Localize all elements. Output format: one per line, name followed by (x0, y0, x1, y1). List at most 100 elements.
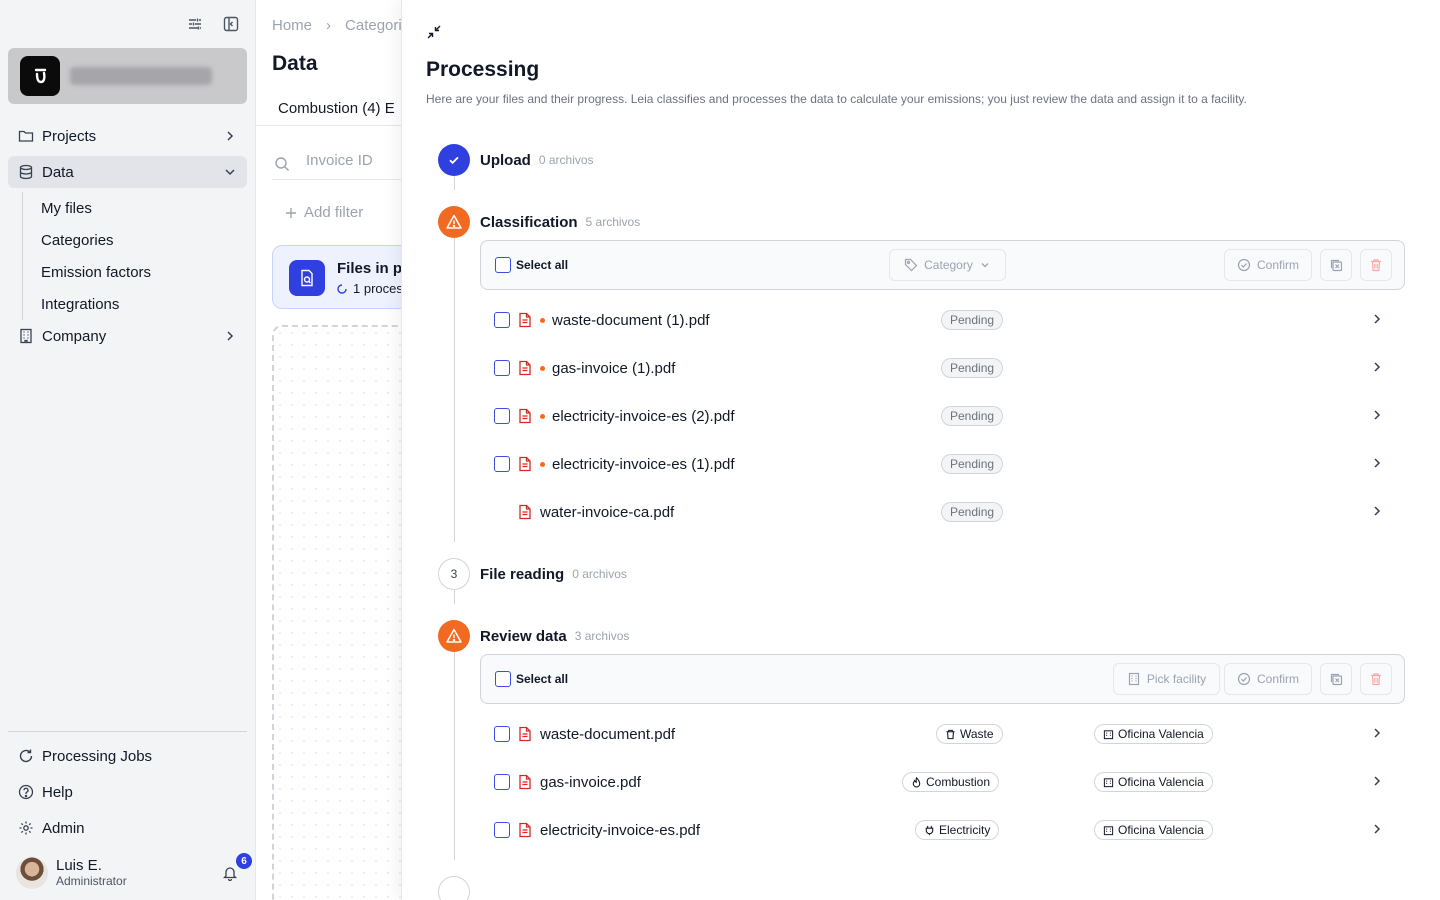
step-name: File reading (480, 565, 565, 583)
building-icon (1103, 729, 1114, 740)
file-name: electricity-invoice-es.pdf (540, 821, 701, 839)
building-icon (1103, 777, 1114, 788)
file-name: electricity-invoice-es (2).pdf (552, 407, 735, 425)
review-file-row[interactable]: gas-invoice.pdf Combustion Oficina Valen… (494, 770, 1394, 794)
classification-toolbar: Select all Category Confirm (480, 240, 1405, 290)
step-review-data[interactable]: Review data 3 archivos (438, 620, 629, 652)
tab-combustion[interactable]: Combustion (4) E (278, 100, 395, 117)
confirm-button[interactable]: Confirm (1224, 663, 1312, 695)
step-upload[interactable]: Upload 0 archivos (438, 144, 594, 176)
bell-icon[interactable]: 6 (220, 853, 252, 883)
add-filter-button[interactable]: Add filter (284, 204, 363, 221)
warning-icon (438, 206, 470, 238)
category-badge[interactable]: Combustion (902, 772, 1000, 792)
subnav-integrations[interactable]: Integrations (41, 288, 247, 320)
spinner-icon (337, 283, 347, 294)
chevron-right-icon (223, 329, 237, 343)
select-all-checkbox[interactable]: Select all (495, 671, 568, 687)
duplicate-remove-button[interactable] (1320, 249, 1352, 281)
nav-data[interactable]: Data (8, 156, 247, 188)
checkbox[interactable] (494, 456, 510, 472)
review-toolbar: Select all Pick facility Confirm (480, 654, 1405, 704)
classification-file-row[interactable]: gas-invoice (1).pdf Pending (494, 356, 1394, 380)
checkbox[interactable] (494, 774, 510, 790)
step-file-reading[interactable]: 3 File reading 0 archivos (438, 558, 627, 590)
classification-file-row[interactable]: water-invoice-ca.pdf Pending (494, 500, 1394, 524)
files-in-process-card[interactable]: Files in pr 1 proces (272, 245, 401, 309)
chevron-down-icon (979, 259, 991, 271)
category-badge[interactable]: Waste (936, 724, 1003, 744)
invoice-search (272, 148, 401, 180)
sidebar-toggle-icon[interactable] (221, 14, 241, 34)
category-label: Electricity (939, 823, 991, 837)
chevron-right-icon[interactable] (1370, 726, 1384, 740)
facility-badge[interactable]: Oficina Valencia (1094, 724, 1213, 744)
unread-dot (540, 413, 545, 419)
classification-file-row[interactable]: electricity-invoice-es (2).pdf Pending (494, 404, 1394, 428)
classification-file-row[interactable]: electricity-invoice-es (1).pdf Pending (494, 452, 1394, 476)
timeline-connector (454, 652, 455, 860)
organization-switcher[interactable] (8, 48, 247, 104)
breadcrumb-categories[interactable]: Categori (345, 17, 401, 34)
files-card-status-text: 1 proces (353, 281, 401, 296)
chevron-right-icon[interactable] (1370, 504, 1384, 518)
subnav-emission-factors[interactable]: Emission factors (41, 256, 247, 288)
category-label: Category (924, 258, 973, 272)
checkbox[interactable] (494, 726, 510, 742)
duplicate-remove-button[interactable] (1320, 663, 1352, 695)
database-icon (18, 164, 34, 180)
category-badge[interactable]: Electricity (915, 820, 1000, 840)
category-label: Combustion (926, 775, 991, 789)
upload-dropzone[interactable] (272, 325, 401, 900)
step-classification[interactable]: Classification 5 archivos (438, 206, 640, 238)
nav-projects[interactable]: Projects (8, 120, 247, 152)
chevron-right-icon[interactable] (1370, 312, 1384, 326)
checkbox[interactable] (494, 822, 510, 838)
checkbox[interactable] (494, 312, 510, 328)
select-all-checkbox[interactable]: Select all (495, 257, 568, 273)
subnav-my-files[interactable]: My files (41, 192, 247, 224)
checkbox[interactable] (494, 360, 510, 376)
warning-icon (438, 620, 470, 652)
nav-processing-jobs[interactable]: Processing Jobs (8, 740, 247, 772)
pdf-file-icon (518, 726, 532, 742)
chevron-right-icon[interactable] (1370, 822, 1384, 836)
facility-badge[interactable]: Oficina Valencia (1094, 820, 1213, 840)
timeline-connector (454, 176, 455, 190)
nav-help[interactable]: Help (8, 776, 247, 808)
subnav-categories[interactable]: Categories (41, 224, 247, 256)
facility-badge[interactable]: Oficina Valencia (1094, 772, 1213, 792)
chevron-right-icon[interactable] (1370, 774, 1384, 788)
delete-button[interactable] (1360, 249, 1392, 281)
chevron-right-icon: › (326, 17, 332, 34)
status-badge: Pending (941, 502, 1004, 522)
chevron-right-icon[interactable] (1370, 408, 1384, 422)
unread-dot (540, 461, 545, 467)
nav-company[interactable]: Company (8, 320, 247, 352)
review-file-row[interactable]: electricity-invoice-es.pdf Electricity O… (494, 818, 1394, 842)
folder-icon (18, 128, 34, 144)
collapse-icon[interactable] (426, 24, 446, 44)
page-title: Data (272, 52, 318, 75)
chevron-right-icon[interactable] (1370, 360, 1384, 374)
gear-icon (18, 820, 34, 836)
settings-sliders-icon[interactable] (185, 14, 205, 34)
delete-button[interactable] (1360, 663, 1392, 695)
chevron-right-icon[interactable] (1370, 456, 1384, 470)
step-count: 0 archivos (572, 567, 627, 581)
breadcrumb-home[interactable]: Home (272, 17, 312, 34)
file-name: waste-document.pdf (540, 725, 676, 743)
classification-file-row[interactable]: waste-document (1).pdf Pending (494, 308, 1394, 332)
user-profile[interactable]: Luis E. Administrator 6 (16, 853, 252, 890)
category-dropdown[interactable]: Category (889, 249, 1006, 281)
pick-facility-label: Pick facility (1146, 672, 1207, 686)
pick-facility-button[interactable]: Pick facility (1113, 663, 1220, 695)
checkbox[interactable] (494, 408, 510, 424)
checkbox[interactable] (495, 257, 511, 273)
confirm-button[interactable]: Confirm (1224, 249, 1312, 281)
step-count: 3 archivos (574, 629, 630, 643)
checkbox[interactable] (495, 671, 511, 687)
search-input[interactable] (306, 152, 401, 169)
nav-admin[interactable]: Admin (8, 812, 247, 844)
review-file-row[interactable]: waste-document.pdf Waste Oficina Valenci… (494, 722, 1394, 746)
